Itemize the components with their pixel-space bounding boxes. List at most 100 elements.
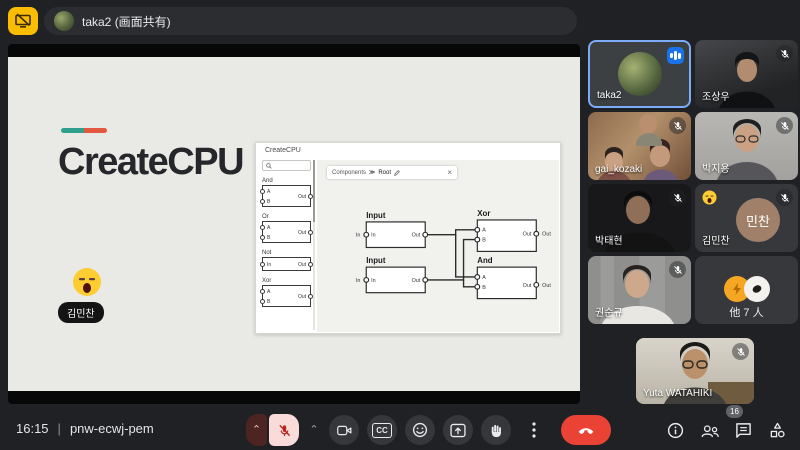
smiley-icon [412,422,428,438]
pin [260,189,265,194]
mic-off-icon [669,189,686,206]
component-title: Input [366,211,386,220]
participant-name: gai_kozaki [595,164,642,175]
raise-hand-button[interactable] [481,415,511,445]
show-people-button[interactable] [699,420,720,441]
palette-scrollbar[interactable] [313,160,315,330]
presenting-user-pill[interactable]: taka2 (画面共有) [44,7,577,35]
reactions-button[interactable] [405,415,435,445]
pin-label: B [482,238,486,244]
external-pin-label: In [356,233,361,239]
surprised-face-emoji [702,190,717,205]
slide-accent-bar [61,128,107,133]
breadcrumb-current[interactable]: Root [378,170,391,176]
pin-label: Out [412,233,421,239]
participant-tile-taka2[interactable]: taka2 [588,40,691,108]
mic-off-icon [732,343,749,360]
screen-share-off-icon [14,13,32,29]
mic-control-group: ⌃ [246,414,299,446]
mic-off-icon [776,189,793,206]
gate-label: Xor [262,278,311,284]
mic-options-chevron[interactable]: ⌃ [246,414,267,446]
external-pin-label: Out [542,283,551,289]
participant-name: 김민찬 [702,232,730,247]
mic-off-icon [669,117,686,134]
meeting-details-button[interactable] [665,420,686,441]
palette-search-input[interactable] [262,160,311,171]
component-title: Input [366,256,386,265]
pin-label: A [482,228,486,234]
breadcrumb-separator: ≫ [369,169,375,176]
chat-button[interactable] [733,420,754,441]
pin-label: Out [523,283,532,289]
component-palette: And A B Out Or A [262,160,311,330]
reaction-user-pill: 김민찬 [58,302,104,323]
pin [260,199,265,204]
participant-tile[interactable]: Yuta WATAHIKI [636,338,754,404]
activities-button[interactable] [767,420,788,441]
pin-label: A [267,226,270,231]
stop-presenting-button[interactable] [8,7,38,35]
group-avatars [724,276,770,302]
participant-tile[interactable]: 박태현 [588,184,691,252]
avatar: 민찬 [736,198,780,242]
pin-label: B [267,300,270,305]
pin-label: A [267,190,270,195]
palette-gate-and[interactable]: And A B Out [262,178,311,207]
participant-tile[interactable]: gai_kozaki [588,112,691,180]
external-pin-label: In [356,278,361,284]
component-title: And [477,256,492,265]
pin-label: In [267,263,271,268]
editor-canvas: Components ≫ Root × [317,160,559,332]
present-screen-button[interactable] [443,415,473,445]
gate-box: A B Out [262,185,311,207]
gate-box: A B Out [262,285,311,307]
more-options-button[interactable] [519,415,549,445]
avatar [744,276,770,302]
overflow-participants-tile[interactable]: 他 7 人 [695,256,798,324]
gate-label: Or [262,214,311,220]
overflow-count-label: 他 7 人 [695,304,798,320]
end-call-button[interactable] [561,415,611,445]
camera-button[interactable] [329,415,359,445]
editor-window-title: CreateCPU [265,147,301,154]
pin-label: Out [298,295,306,300]
mic-off-icon [278,424,291,437]
breadcrumb-close-icon[interactable]: × [447,168,452,177]
avatar [618,52,662,96]
more-vertical-icon [532,422,536,438]
breadcrumb-section[interactable]: Components [332,170,366,176]
circuit-editor-window: CreateCPU And A B Out [255,142,561,334]
pin-label: B [267,236,270,241]
activities-shapes-icon [769,422,786,439]
call-controls: ⌃ ⌃ CC [246,414,611,446]
participant-name: 박태현 [595,232,623,247]
palette-gate-or[interactable]: Or A B Out [262,214,311,243]
camera-options-chevron[interactable]: ⌃ [307,414,321,446]
pin-label: Out [298,263,306,268]
pin-label: Out [298,231,306,236]
slide-title: CreateCPU [58,141,243,184]
clock-time: 16:15 [16,421,49,436]
participant-tile[interactable]: 권순규 [588,256,691,324]
participant-tile[interactable]: 조상우 [695,40,798,108]
captions-button[interactable]: CC [367,415,397,445]
pin [260,299,265,304]
edit-pencil-icon[interactable] [394,170,400,176]
external-pin-label: Out [542,232,551,238]
participant-tile-kimminchan[interactable]: 민찬 김민찬 [695,184,798,252]
hand-icon [489,423,503,438]
palette-gate-xor[interactable]: Xor A B Out [262,278,311,307]
palette-gate-not[interactable]: Not In Out [262,250,311,271]
pin-label: B [267,200,270,205]
participant-name: Yuta WATAHIKI [643,388,712,399]
participant-tile[interactable]: 박지용 [695,112,798,180]
chat-icon [735,422,752,439]
surprised-face-emoji [72,267,102,297]
speaking-indicator-icon [667,47,684,64]
mic-mute-button[interactable] [269,414,299,446]
pin [260,262,265,267]
circuit-diagram[interactable]: Input Input Xor And In In Out In In Out … [317,160,559,332]
meeting-code: pnw-ecwj-pem [70,421,154,436]
participant-name: 권순규 [595,304,623,319]
